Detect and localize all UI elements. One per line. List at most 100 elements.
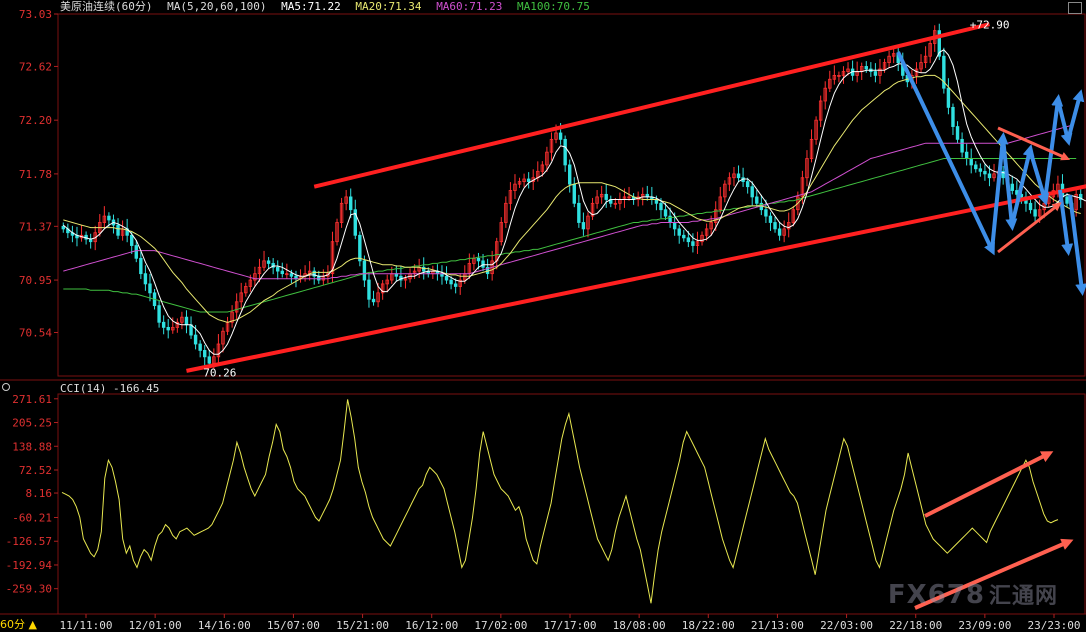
candle-body [736, 173, 741, 179]
candle-body [453, 283, 458, 287]
candle-body [604, 193, 608, 200]
price-y-tick-label: 71.78 [19, 168, 52, 181]
candle-body [955, 126, 960, 140]
candle-body [983, 170, 987, 175]
symbol-label: 美原油连续(60分) [60, 0, 153, 13]
price-header: 美原油连续(60分) MA(5,20,60,100) MA5:71.22 MA2… [60, 0, 598, 13]
candle-body [61, 225, 65, 230]
candle-body [663, 209, 668, 217]
candle-body [161, 321, 166, 328]
candle-body [266, 260, 271, 264]
price-y-tick-label: 70.95 [19, 274, 52, 287]
candle-body [755, 196, 759, 204]
cci-y-tick-label: -126.57 [6, 535, 52, 548]
candle-body [143, 273, 148, 285]
watermark-text: FX678 [887, 580, 985, 610]
x-tick-label: 11/11:00 [60, 619, 113, 632]
candle-body [946, 87, 951, 108]
candle-body [974, 164, 978, 170]
window-toggle-icon[interactable] [1068, 2, 1082, 14]
candle-body [481, 260, 485, 268]
candle-body [367, 279, 371, 300]
chart-canvas: 73.03 72.62 72.20 71.78 71.37 70.95 70.54 271.6… [0, 8, 1086, 632]
candle-body [134, 245, 138, 259]
cci-y-tick-label: -60.21 [12, 511, 52, 524]
candle-body [1010, 183, 1014, 191]
candle-body [568, 164, 572, 185]
candle-body [969, 158, 973, 166]
candle-body [198, 343, 202, 351]
price-y-tick-label: 73.03 [19, 8, 52, 21]
x-tick-label: 22/03:00 [820, 619, 873, 632]
candle-body [951, 106, 955, 127]
x-tick-label: 23/23:00 [1028, 619, 1081, 632]
candle-body [280, 270, 284, 275]
candle-body [1028, 202, 1033, 211]
price-y-tick-label: 72.20 [19, 114, 52, 127]
cci-red-arrow-upper [924, 451, 1054, 518]
candle-body [964, 151, 969, 159]
candle-body [139, 257, 143, 275]
candle-body [107, 215, 111, 221]
x-tick-label: 18/08:00 [613, 619, 666, 632]
blue-up-arrow-1 [990, 132, 1009, 251]
candle-body [987, 173, 992, 179]
x-tick-label: 17/17:00 [544, 619, 597, 632]
candle-body [745, 181, 750, 188]
candle-body [130, 234, 134, 246]
x-tick-label: 22/18:00 [889, 619, 942, 632]
candle-body [558, 132, 563, 140]
candle-body [289, 273, 294, 277]
ma100-label: MA100:70.75 [517, 0, 590, 13]
candle-body [526, 178, 531, 182]
candle-body [203, 350, 207, 358]
ma60-line [63, 124, 1072, 280]
candle-body [768, 215, 773, 223]
x-tick-label: 21/13:00 [751, 619, 804, 632]
candle-body [581, 222, 586, 230]
blue-up-arrow-4 [1066, 89, 1085, 141]
cci-y-tick-label: -259.30 [6, 583, 52, 596]
candle-body [362, 260, 367, 281]
price-y-tick-label: 70.54 [19, 327, 52, 340]
blue-down-arrow-2 [1001, 137, 1018, 231]
candle-body [577, 202, 581, 223]
candle-body [476, 257, 481, 262]
red-arrow-lower [997, 202, 1062, 254]
candle-body [960, 138, 964, 153]
x-tick-label: 18/22:00 [682, 619, 735, 632]
watermark-logo: FX678 汇通网 [888, 578, 1058, 610]
cci-label: CCI(14) [60, 382, 107, 395]
candle-body [691, 241, 695, 246]
timeframe-selector[interactable]: 60分 ▲ [0, 616, 37, 632]
ma5-label: MA5:71.22 [281, 0, 341, 13]
candle-body [116, 224, 120, 236]
candle-body [358, 234, 362, 262]
ma-label: MA(5,20,60,100) [167, 0, 267, 13]
cci-header: CCI(14) -166.45 [60, 382, 159, 395]
candle-body [184, 316, 189, 326]
candle-body [672, 222, 677, 230]
candle-body [677, 228, 681, 236]
upper-channel-line [313, 22, 990, 189]
candle-body [864, 66, 868, 70]
candle-body [276, 266, 280, 272]
cci-line [61, 399, 1059, 604]
x-tick-label: 15/07:00 [267, 619, 320, 632]
cci-y-tick-label: 72.52 [19, 464, 52, 477]
cci-value: -166.45 [112, 382, 160, 395]
candle-body [1033, 209, 1037, 217]
x-tick-label: 23/09:00 [958, 619, 1011, 632]
cci-indicator-dot-icon[interactable] [2, 383, 10, 391]
ma20-label: MA20:71.34 [355, 0, 422, 13]
candle-body [659, 202, 663, 211]
candle-body [449, 279, 453, 285]
cci-y-tick-label: 271.61 [12, 393, 52, 406]
ma60-label: MA60:71.23 [436, 0, 503, 13]
price-annotation: 70.26 [203, 366, 236, 379]
cci-y-tick-label: -192.94 [6, 559, 53, 572]
x-tick-label: 14/16:00 [198, 619, 251, 632]
candle-body [207, 356, 211, 364]
price-y-tick-label: 72.62 [19, 60, 52, 73]
x-tick-label: 17/02:00 [474, 619, 527, 632]
